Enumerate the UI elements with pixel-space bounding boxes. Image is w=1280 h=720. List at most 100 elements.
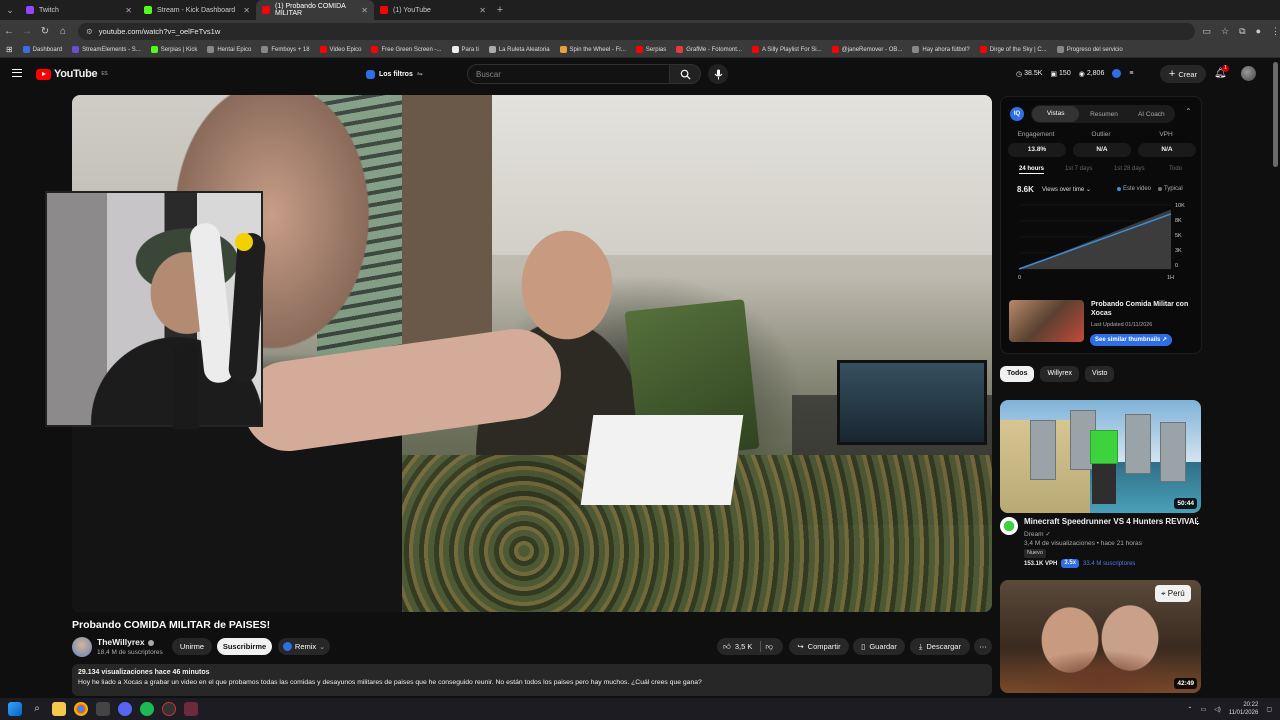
bookmark-star-icon[interactable]: ☆ — [1221, 26, 1229, 37]
menu-icon[interactable]: ⋮ — [1271, 26, 1280, 37]
bookmark-item[interactable]: Serpias | Kick — [150, 46, 197, 53]
menu-hamburger-icon[interactable] — [12, 69, 22, 77]
app-icon[interactable] — [96, 702, 110, 716]
rec-thumbnail[interactable]: ⌖ Perú 42:49 — [1000, 580, 1201, 693]
channel-avatar[interactable] — [72, 637, 92, 657]
sort-icon[interactable]: ≡ — [1129, 70, 1133, 77]
bookmark-item[interactable]: Progreso del servicio — [1056, 46, 1123, 53]
close-tab-icon[interactable]: ✕ — [479, 6, 486, 15]
period-7d[interactable]: 1st 7 days — [1065, 166, 1092, 172]
cast-icon[interactable]: ▭ — [1203, 26, 1212, 37]
close-tab-icon[interactable]: ✕ — [361, 6, 368, 15]
bookmark-item[interactable]: La Ruleta Aleatoria — [488, 46, 550, 53]
url-field[interactable]: ⚙ youtube.com/watch?v=_oelFeTvs1w — [78, 22, 1195, 40]
bookmark-item[interactable]: Free Green Screen -... — [371, 46, 442, 53]
discord-icon[interactable] — [118, 702, 132, 716]
remix-button[interactable]: Remix ⌄ — [278, 638, 330, 655]
volume-icon[interactable]: ◁) — [1214, 706, 1221, 713]
share-button[interactable]: ↪ Compartir — [789, 638, 849, 655]
save-button[interactable]: ▯ Guardar — [853, 638, 905, 655]
channel-name[interactable]: TheWillyrex — [97, 637, 154, 647]
bookmark-item[interactable]: A Silly Playlist For Si... — [751, 46, 822, 53]
bookmark-item[interactable]: Spin the Wheel - Fr... — [559, 46, 626, 53]
description-box[interactable]: 29.134 visualizaciones hace 46 minutos H… — [72, 664, 992, 696]
collapse-icon[interactable]: ⌃ — [1185, 107, 1192, 116]
like-icon[interactable]: 👍︎ — [723, 642, 731, 652]
rec-thumbnail[interactable]: 50:44 — [1000, 400, 1201, 513]
forward-icon[interactable]: → — [18, 26, 36, 37]
extensions-icon[interactable]: ⧉ — [1239, 26, 1245, 37]
verified-icon — [147, 639, 154, 646]
bookmark-item[interactable]: Serpias — [635, 46, 666, 53]
vidiq-tab-ai-coach[interactable]: AI Coach — [1128, 111, 1175, 118]
period-24h[interactable]: 24 hours — [1019, 166, 1045, 174]
bookmark-item[interactable]: Dashboard — [22, 46, 62, 53]
related-video-thumbnail[interactable] — [1009, 300, 1084, 342]
back-icon[interactable]: ← — [0, 26, 18, 37]
bookmark-item[interactable]: @janeRemover - OB... — [831, 46, 902, 53]
network-icon[interactable]: ▭ — [1200, 706, 1206, 713]
notifications-icon[interactable]: ▢ — [1266, 706, 1272, 713]
vidiq-tab-vistas[interactable]: Vistas — [1032, 106, 1080, 122]
tab-twitch[interactable]: Twitch ✕ — [20, 0, 138, 20]
windows-start-icon[interactable] — [8, 702, 22, 716]
bookmark-item[interactable]: Para ti — [451, 46, 479, 53]
views-mode-dropdown[interactable]: Views over time ⌄ — [1042, 186, 1091, 193]
rec-channel[interactable]: Dream ✓ — [1024, 530, 1051, 538]
profile-icon[interactable]: ● — [1256, 26, 1261, 37]
tab-search-icon[interactable]: ⌄ — [0, 0, 20, 20]
apps-icon[interactable]: ⊞ — [6, 45, 13, 54]
site-info-icon[interactable]: ⚙ — [86, 27, 93, 36]
join-button[interactable]: Unirme — [172, 638, 212, 655]
bookmark-item[interactable]: Dirge of the Sky | C... — [979, 46, 1047, 53]
create-button[interactable]: + Crear — [1160, 65, 1206, 83]
vidiq-tab-resumen[interactable]: Resumen — [1080, 111, 1127, 118]
app-icon[interactable] — [184, 702, 198, 716]
bookmark-item[interactable]: Femboys + 18 — [261, 46, 310, 53]
subscribe-button[interactable]: Suscribirme — [217, 638, 272, 655]
tab-title: (1) Probando COMIDA MILITAR — [275, 3, 346, 17]
similar-thumbnails-button[interactable]: See similar thumbnails ↗ — [1090, 334, 1173, 346]
vidiq-logo-icon[interactable] — [1112, 69, 1122, 78]
period-all[interactable]: Todo — [1169, 166, 1182, 172]
rec-channel-avatar[interactable] — [1000, 517, 1018, 535]
chip-todos[interactable]: Todos — [1000, 366, 1035, 382]
period-28d[interactable]: 1st 28 days — [1114, 166, 1145, 172]
bookmark-item[interactable]: StreamElements - S... — [72, 46, 141, 53]
file-explorer-icon[interactable] — [52, 702, 66, 716]
bookmark-item[interactable]: Hentai Epico — [207, 46, 251, 53]
bookmark-item[interactable]: Hay ahora fútbol? — [912, 46, 970, 53]
bookmark-item[interactable]: Video Epico — [319, 46, 361, 53]
obs-icon[interactable] — [162, 702, 176, 716]
account-avatar[interactable] — [1241, 66, 1256, 81]
page-scrollbar[interactable] — [1273, 62, 1278, 167]
voice-search-button[interactable] — [708, 64, 728, 84]
spotify-icon[interactable] — [140, 702, 154, 716]
close-tab-icon[interactable]: ✕ — [243, 6, 250, 15]
home-icon[interactable]: ⌂ — [54, 26, 72, 37]
dislike-icon[interactable]: 👎︎ — [765, 642, 773, 652]
related-video-title[interactable]: Probando Comida Militar con Xocas — [1091, 300, 1197, 318]
youtube-logo[interactable]: YouTube ES — [36, 68, 108, 80]
tab-youtube-home[interactable]: (1) YouTube ✕ — [374, 0, 492, 20]
system-clock[interactable]: 20:22 11/01/2026 — [1229, 701, 1259, 717]
tray-chevron-icon[interactable]: ⌃ — [1187, 706, 1192, 713]
rec-more-icon[interactable]: ⋮ — [1193, 516, 1202, 527]
chip-willyrex[interactable]: Willyrex — [1040, 366, 1079, 382]
search-button[interactable] — [669, 64, 701, 84]
search-input[interactable]: Buscar — [467, 64, 670, 84]
search-icon[interactable]: ⌕ — [30, 702, 44, 716]
tab-youtube-video[interactable]: (1) Probando COMIDA MILITAR ✕ — [256, 0, 374, 20]
rec-title[interactable]: Minecraft Speedrunner VS 4 Hunters REVIV… — [1024, 517, 1199, 526]
chip-visto[interactable]: Visto — [1084, 366, 1115, 382]
more-actions-button[interactable]: ⋯ — [974, 638, 992, 655]
tab-kick[interactable]: Stream - Kick Dashboard ✕ — [138, 0, 256, 20]
like-count[interactable]: 3,5 K — [735, 642, 753, 651]
new-tab-button[interactable]: + — [492, 4, 508, 16]
close-tab-icon[interactable]: ✕ — [125, 6, 132, 15]
filters-button[interactable]: Los filtros ⇋ — [366, 67, 423, 81]
download-button[interactable]: ⤓ Descargar — [910, 638, 970, 655]
reload-icon[interactable]: ↻ — [36, 26, 54, 37]
bookmark-item[interactable]: GrafMe - Fotomont... — [676, 46, 742, 53]
chrome-icon[interactable] — [74, 702, 88, 716]
